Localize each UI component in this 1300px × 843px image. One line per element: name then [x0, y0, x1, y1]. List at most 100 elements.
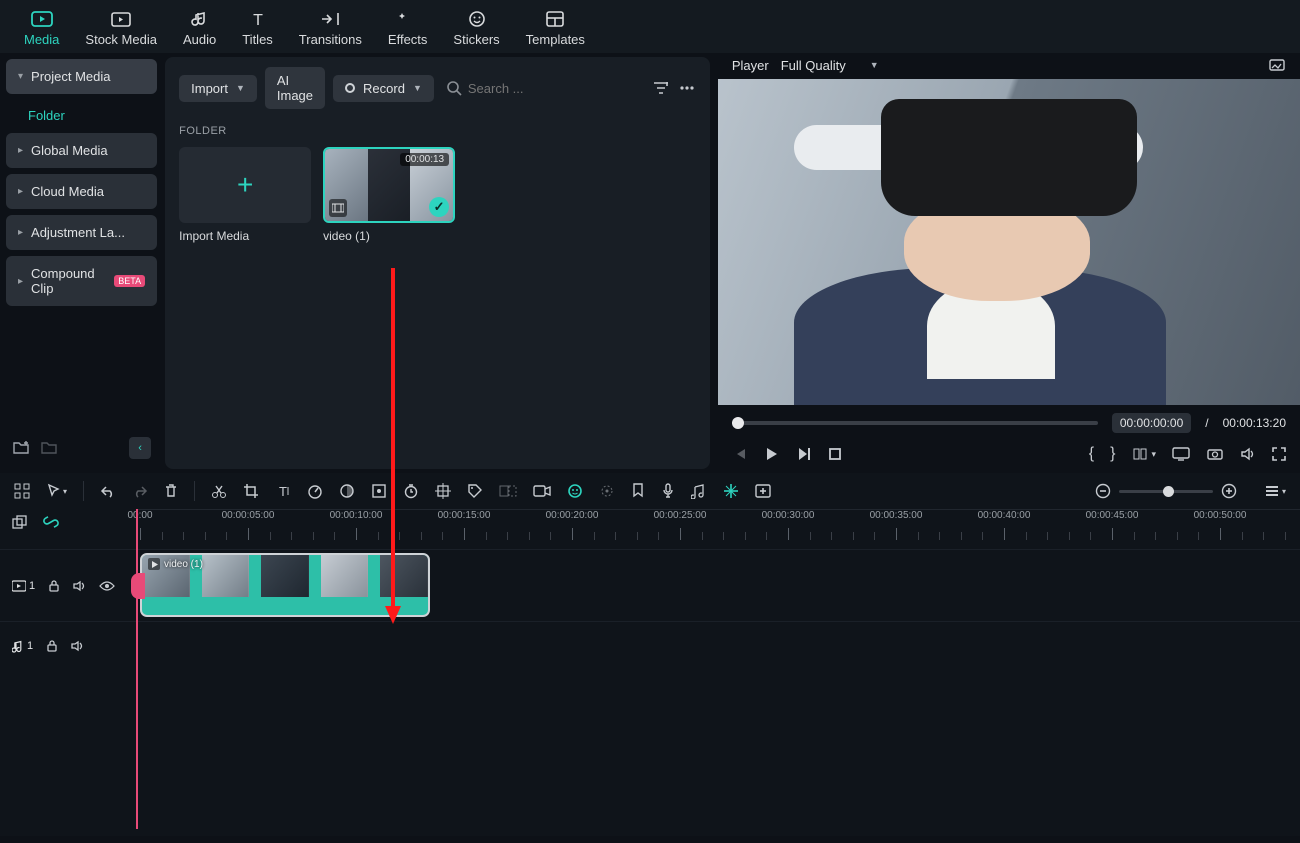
color-button[interactable] [339, 483, 355, 499]
import-button[interactable]: Import▼ [179, 75, 257, 102]
tab-media[interactable]: Media [24, 8, 59, 47]
player-label: Player [732, 58, 769, 73]
mute-track-button[interactable] [73, 580, 87, 592]
more-button[interactable] [678, 80, 696, 96]
ai-image-button[interactable]: AI Image [265, 67, 325, 109]
playhead[interactable] [136, 509, 138, 829]
preview-viewport[interactable] [718, 79, 1300, 405]
tag-button[interactable] [467, 483, 483, 499]
link-button[interactable] [42, 515, 60, 529]
sidebar-item-adjustment-layer[interactable]: ▸Adjustment La... [6, 215, 157, 250]
video-track: 1 video (1) [0, 549, 1300, 621]
mute-track-button[interactable] [71, 640, 85, 652]
hide-track-button[interactable] [99, 580, 115, 592]
speed-button[interactable] [307, 483, 323, 499]
tab-label: Transitions [299, 32, 362, 47]
timeline: ▾ T ▾ [0, 473, 1300, 836]
chevron-right-icon: ▸ [18, 276, 23, 287]
record-button[interactable]: Record▼ [333, 75, 434, 102]
time-current: 00:00:00:00 [1112, 413, 1191, 433]
sidebar-sub-folder[interactable]: Folder [6, 100, 157, 133]
media-browser: Import▼ AI Image Record▼ FOLDER + Import… [165, 57, 710, 469]
tab-effects[interactable]: Effects [388, 8, 428, 47]
scrubber[interactable] [732, 421, 1098, 425]
sidebar-item-project-media[interactable]: ▾Project Media [6, 59, 157, 94]
play-button[interactable] [764, 447, 780, 461]
folder-heading: FOLDER [179, 125, 696, 137]
motion-tracking-button[interactable] [499, 483, 517, 499]
plus-icon: + [237, 169, 253, 201]
keyframe-button[interactable] [435, 483, 451, 499]
select-tool-button[interactable]: ▾ [46, 483, 67, 499]
layout-button[interactable] [14, 483, 30, 499]
duplicate-frame-button[interactable] [12, 515, 28, 531]
tab-label: Titles [242, 32, 273, 47]
sidebar-item-global-media[interactable]: ▸Global Media [6, 133, 157, 168]
fullscreen-button[interactable] [1272, 447, 1286, 461]
next-frame-button[interactable] [796, 447, 812, 461]
time-ruler[interactable]: 00:0000:00:05:0000:00:10:0000:00:15:0000… [136, 509, 1300, 549]
audio-track-icon: 1 [12, 639, 33, 653]
effects-tool-button[interactable] [599, 483, 615, 499]
stickers-icon [467, 8, 487, 30]
green-screen-button[interactable] [371, 483, 387, 499]
video-type-icon [329, 199, 347, 217]
audio-tool-button[interactable] [691, 483, 707, 499]
voiceover-button[interactable] [661, 483, 675, 499]
add-track-button[interactable] [755, 484, 771, 498]
main-tabs: Media Stock Media Audio T Titles Transit… [0, 0, 1300, 53]
render-button[interactable] [723, 483, 739, 499]
zoom-slider[interactable] [1119, 490, 1213, 493]
tab-audio[interactable]: Audio [183, 8, 216, 47]
lock-track-button[interactable] [47, 579, 61, 593]
lock-track-button[interactable] [45, 639, 59, 653]
tab-stock-media[interactable]: Stock Media [85, 8, 157, 47]
redo-button[interactable] [132, 484, 148, 498]
delete-folder-button[interactable] [40, 440, 58, 456]
quality-dropdown[interactable]: Full Quality▼ [781, 58, 879, 73]
prev-frame-button[interactable] [732, 447, 748, 461]
snapshot-settings-button[interactable] [1268, 57, 1286, 73]
stock-media-icon [110, 8, 132, 30]
mark-in-button[interactable]: { [1089, 445, 1094, 463]
chevron-down-icon: ▾ [18, 71, 23, 82]
import-media-tile[interactable]: + Import Media [179, 147, 311, 243]
stop-button[interactable] [828, 447, 842, 461]
timeline-clip[interactable]: video (1) [140, 553, 430, 617]
text-tool-button[interactable]: T [275, 483, 291, 499]
crop-button[interactable]: ▾ [1131, 447, 1156, 461]
sidebar-item-compound-clip[interactable]: ▸Compound ClipBETA [6, 256, 157, 306]
zoom-in-button[interactable] [1221, 483, 1237, 499]
crop-tool-button[interactable] [243, 483, 259, 499]
duration-button[interactable] [403, 483, 419, 499]
tab-templates[interactable]: Templates [526, 8, 585, 47]
collapse-sidebar-button[interactable]: ‹ [129, 437, 151, 459]
zoom-out-button[interactable] [1095, 483, 1111, 499]
record-icon [345, 83, 355, 93]
filter-button[interactable] [652, 80, 670, 96]
delete-button[interactable] [164, 483, 178, 499]
video-tool-button[interactable] [533, 484, 551, 498]
tab-titles[interactable]: T Titles [242, 8, 273, 47]
media-clip-tile[interactable]: 00:00:13 ✓ video (1) [323, 147, 455, 243]
display-button[interactable] [1172, 447, 1190, 461]
mark-out-button[interactable]: } [1110, 445, 1115, 463]
project-sidebar: ▾Project Media Folder ▸Global Media ▸Clo… [0, 53, 163, 473]
chevron-right-icon: ▸ [18, 145, 23, 156]
marker-button[interactable] [631, 483, 645, 499]
new-folder-button[interactable] [12, 440, 30, 456]
chevron-down-icon: ▼ [870, 60, 879, 70]
snapshot-button[interactable] [1206, 447, 1224, 461]
beta-badge: BETA [114, 275, 145, 287]
ai-tool-button[interactable] [567, 483, 583, 499]
svg-text:T: T [253, 12, 263, 29]
split-button[interactable] [211, 483, 227, 499]
undo-button[interactable] [100, 484, 116, 498]
track-display-button[interactable]: ▾ [1265, 484, 1286, 498]
volume-button[interactable] [1240, 447, 1256, 461]
search-input[interactable] [468, 81, 644, 96]
tab-label: Stickers [453, 32, 499, 47]
sidebar-item-cloud-media[interactable]: ▸Cloud Media [6, 174, 157, 209]
tab-stickers[interactable]: Stickers [453, 8, 499, 47]
tab-transitions[interactable]: Transitions [299, 8, 362, 47]
